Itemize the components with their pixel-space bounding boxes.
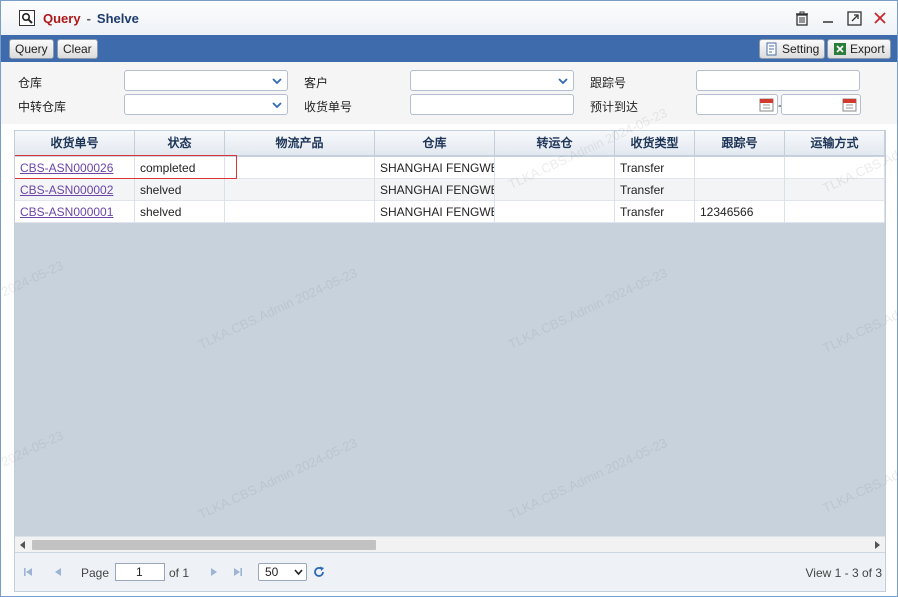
clear-button[interactable]: Clear xyxy=(57,39,98,59)
window-subtitle: Shelve xyxy=(96,10,139,26)
receipt-no-cell: CBS-ASN000002 xyxy=(15,179,135,201)
column-header[interactable]: 运输方式 xyxy=(785,131,885,156)
next-page-icon[interactable] xyxy=(209,567,219,577)
setting-label: Setting xyxy=(782,42,820,56)
chevron-down-icon xyxy=(272,102,282,109)
status-cell: shelved xyxy=(135,179,225,201)
receipt-no-cell: CBS-ASN000001 xyxy=(15,201,135,223)
column-header[interactable]: 收货单号 xyxy=(15,131,135,156)
toolbar: Query Clear Setting Export xyxy=(1,35,897,62)
type-cell: Transfer xyxy=(615,201,695,223)
minimize-icon[interactable] xyxy=(819,9,837,27)
scroll-right-icon[interactable] xyxy=(874,541,881,549)
horizontal-scrollbar[interactable] xyxy=(15,536,885,552)
warehouse-select[interactable] xyxy=(124,70,288,91)
query-window: Query - Shelve Query Clear Setting Expor… xyxy=(0,0,898,597)
column-header[interactable]: 转运仓 xyxy=(495,131,615,156)
column-header[interactable]: 跟踪号 xyxy=(695,131,785,156)
query-button[interactable]: Query xyxy=(9,39,54,59)
setting-icon xyxy=(766,42,777,56)
tracking-cell xyxy=(695,179,785,201)
status-cell: shelved xyxy=(135,201,225,223)
first-page-icon[interactable] xyxy=(23,567,33,577)
calendar-icon[interactable] xyxy=(759,97,774,112)
transit-warehouse-select[interactable] xyxy=(124,94,288,115)
chevron-down-icon xyxy=(558,78,568,85)
search-form: 仓库 客户 跟踪号 中转仓库 收货单号 预计到达 - xyxy=(1,62,897,124)
transit-warehouse-label: 中转仓库 xyxy=(18,100,67,114)
setting-button[interactable]: Setting xyxy=(759,39,826,59)
type-cell: Transfer xyxy=(615,157,695,179)
warehouse-cell: SHANGHAI FENGWE xyxy=(375,179,495,201)
prev-page-icon[interactable] xyxy=(53,567,63,577)
title-bar: Query - Shelve xyxy=(1,1,897,35)
column-header[interactable]: 状态 xyxy=(135,131,225,156)
product-cell xyxy=(225,201,375,223)
receipt-no-label: 收货单号 xyxy=(304,100,353,114)
customer-select[interactable] xyxy=(410,70,574,91)
scrollbar-thumb[interactable] xyxy=(32,540,376,550)
chevron-down-icon xyxy=(294,569,303,576)
title-separator: - xyxy=(86,10,91,26)
column-header[interactable]: 收货类型 xyxy=(615,131,695,156)
chevron-down-icon xyxy=(272,78,282,85)
type-cell: Transfer xyxy=(615,179,695,201)
export-button[interactable]: Export xyxy=(827,39,891,59)
window-title: Query xyxy=(43,10,81,26)
warehouse-cell: SHANGHAI FENGWE xyxy=(375,157,495,179)
view-count-text: View 1 - 3 of 3 xyxy=(805,566,883,580)
magnifier-icon xyxy=(19,10,35,26)
tracking-label: 跟踪号 xyxy=(590,76,627,90)
tracking-cell xyxy=(695,157,785,179)
warehouse-label: 仓库 xyxy=(18,76,43,90)
receipt-no-link[interactable]: CBS-ASN000001 xyxy=(20,205,113,219)
page-size-value: 50 xyxy=(265,565,279,579)
export-label: Export xyxy=(850,42,885,56)
maximize-icon[interactable] xyxy=(845,9,863,27)
column-header[interactable]: 物流产品 xyxy=(225,131,375,156)
transit-cell xyxy=(495,157,615,179)
trash-icon[interactable] xyxy=(793,9,811,27)
product-cell xyxy=(225,157,375,179)
receipt-no-input[interactable] xyxy=(410,94,574,115)
transit-cell xyxy=(495,179,615,201)
eta-start-date[interactable] xyxy=(696,94,778,115)
results-grid: 收货单号 状态 物流产品 仓库 转运仓 收货类型 跟踪号 运输方式 CBS-AS… xyxy=(14,130,886,592)
warehouse-cell: SHANGHAI FENGWE xyxy=(375,201,495,223)
page-size-select[interactable]: 50 xyxy=(258,563,307,581)
row-highlight-box xyxy=(15,155,237,179)
grid-header: 收货单号 状态 物流产品 仓库 转运仓 收货类型 跟踪号 运输方式 xyxy=(15,131,885,156)
tracking-input[interactable] xyxy=(696,70,860,91)
last-page-icon[interactable] xyxy=(233,567,243,577)
customer-label: 客户 xyxy=(304,76,329,90)
receipt-no-link[interactable]: CBS-ASN000002 xyxy=(20,183,113,197)
transit-cell xyxy=(495,201,615,223)
page-label: Page xyxy=(81,566,110,580)
tracking-cell: 12346566 xyxy=(695,201,785,223)
calendar-icon[interactable] xyxy=(842,97,857,112)
pager: Page 1 of 1 50 View 1 - 3 of 3 xyxy=(15,552,885,591)
eta-label: 预计到达 xyxy=(590,100,639,114)
table-row[interactable]: CBS-ASN000026 completed SHANGHAI FENGWE … xyxy=(15,155,885,179)
close-icon[interactable] xyxy=(871,9,889,27)
shipping-cell xyxy=(785,201,885,223)
page-number-input[interactable]: 1 xyxy=(115,563,165,581)
excel-icon xyxy=(834,43,846,55)
shipping-cell xyxy=(785,179,885,201)
eta-end-date[interactable] xyxy=(781,94,861,115)
table-row[interactable]: CBS-ASN000002 shelved SHANGHAI FENGWE Tr… xyxy=(15,179,885,201)
page-count-label: of 1 xyxy=(169,566,190,580)
column-header[interactable]: 仓库 xyxy=(375,131,495,156)
table-row[interactable]: CBS-ASN000001 shelved SHANGHAI FENGWE Tr… xyxy=(15,201,885,223)
scroll-left-icon[interactable] xyxy=(19,541,26,549)
shipping-cell xyxy=(785,157,885,179)
refresh-icon[interactable] xyxy=(313,566,325,578)
product-cell xyxy=(225,179,375,201)
